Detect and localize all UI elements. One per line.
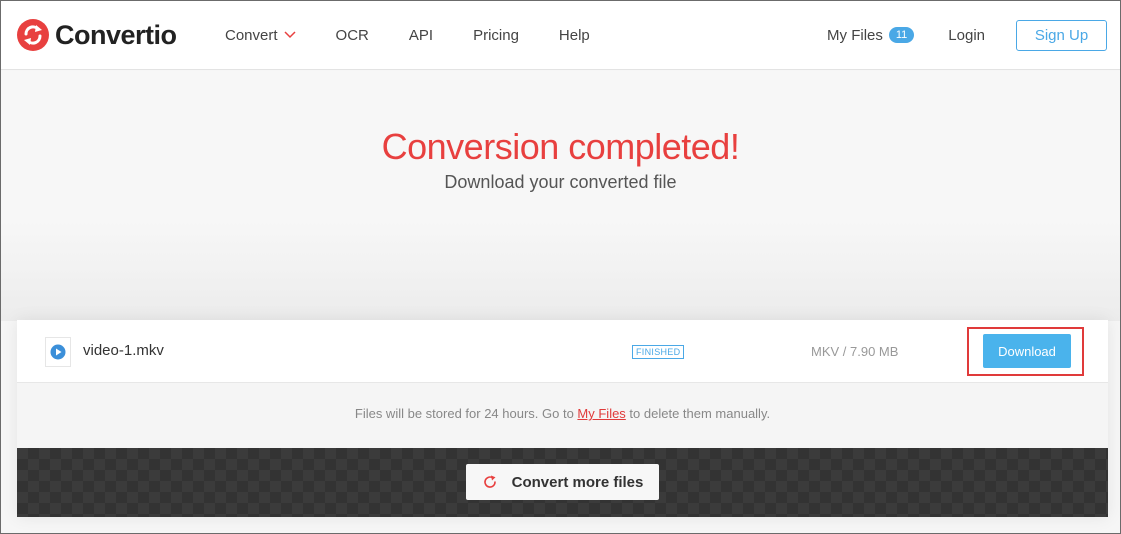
storage-note-text: Files will be stored for 24 hours. Go to bbox=[354, 406, 578, 421]
logo[interactable]: Convertio bbox=[17, 18, 177, 52]
header: Convertio Convert OCR API Pricing Help M… bbox=[1, 1, 1120, 70]
nav-item-pricing[interactable]: Pricing bbox=[473, 27, 519, 44]
file-type-badge bbox=[45, 337, 71, 367]
file-row: video-1.mkv FINISHED MKV / 7.90 MB Downl… bbox=[17, 320, 1108, 383]
nav-item-convert[interactable]: Convert bbox=[225, 27, 296, 44]
nav-item-api[interactable]: API bbox=[409, 27, 433, 44]
result-card: video-1.mkv FINISHED MKV / 7.90 MB Downl… bbox=[17, 320, 1108, 517]
account-nav: My Files 11 Login Sign Up bbox=[827, 19, 1107, 51]
convert-more-bar: Convert more files bbox=[17, 448, 1108, 517]
storage-note: Files will be stored for 24 hours. Go to… bbox=[17, 406, 1108, 421]
play-icon bbox=[50, 344, 66, 360]
chevron-down-icon bbox=[284, 31, 296, 39]
page-frame: Convertio Convert OCR API Pricing Help M… bbox=[0, 0, 1121, 534]
nav-item-label: Convert bbox=[225, 26, 278, 44]
nav-item-help[interactable]: Help bbox=[559, 27, 590, 44]
convert-more-label: Convert more files bbox=[511, 473, 644, 491]
convertio-logo-icon bbox=[17, 19, 49, 51]
my-files-label: My Files bbox=[827, 26, 883, 44]
download-button[interactable]: Download bbox=[983, 334, 1071, 368]
main-nav: Convert OCR API Pricing Help bbox=[225, 25, 630, 45]
my-files-inline-link[interactable]: My Files bbox=[577, 406, 625, 421]
my-files-link[interactable]: My Files 11 bbox=[827, 26, 915, 44]
status-badge: FINISHED bbox=[632, 345, 685, 359]
login-link[interactable]: Login bbox=[948, 27, 985, 44]
convert-more-button[interactable]: Convert more files bbox=[466, 464, 659, 500]
refresh-icon bbox=[483, 475, 496, 488]
nav-item-ocr[interactable]: OCR bbox=[336, 27, 369, 44]
file-count-badge: 11 bbox=[888, 27, 915, 43]
storage-note-text-end: to delete them manually. bbox=[625, 406, 771, 421]
page-subtitle: Download your converted file bbox=[444, 172, 677, 192]
hero: Conversion completed! Download your conv… bbox=[1, 71, 1120, 321]
signup-button[interactable]: Sign Up bbox=[1016, 19, 1107, 51]
brand-name: Convertio bbox=[55, 19, 177, 50]
file-meta: MKV / 7.90 MB bbox=[811, 344, 899, 359]
page-title: Conversion completed! bbox=[381, 126, 740, 167]
file-name: video-1.mkv bbox=[83, 342, 164, 359]
